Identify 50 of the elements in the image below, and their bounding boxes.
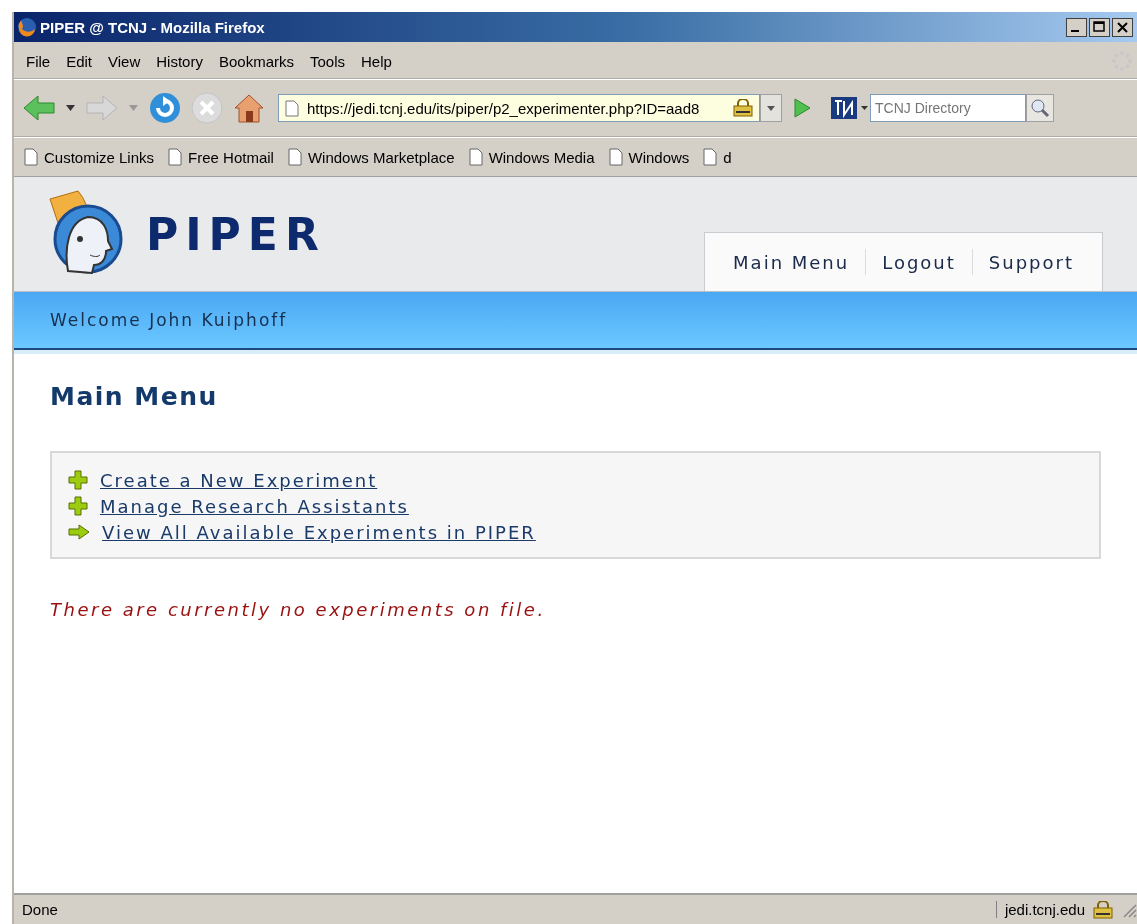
maximize-button[interactable] xyxy=(1089,17,1110,37)
page-icon xyxy=(608,148,623,166)
resize-grip-icon xyxy=(1121,901,1137,918)
logo-text: PIPER xyxy=(146,208,326,260)
search-engine-icon[interactable] xyxy=(830,95,870,121)
host-text: jedi.tcnj.edu xyxy=(1004,901,1085,918)
plus-icon xyxy=(68,496,88,516)
page-icon xyxy=(703,148,718,166)
bookmark-link[interactable]: Windows Marketplace xyxy=(287,148,455,166)
nav-link[interactable]: Logout xyxy=(866,251,972,273)
close-button[interactable] xyxy=(1112,17,1133,37)
bookmark-link[interactable]: d xyxy=(703,148,732,166)
menu-link[interactable]: Manage Research Assistants xyxy=(100,495,409,517)
bookmark-link[interactable]: Windows xyxy=(608,148,690,166)
search-icon[interactable] xyxy=(1026,94,1054,122)
menu-item[interactable]: Help xyxy=(353,50,400,72)
menu-item[interactable]: History xyxy=(148,50,211,72)
dropdown-button[interactable] xyxy=(760,94,782,122)
lock-icon xyxy=(1093,900,1113,919)
plus-icon xyxy=(68,470,88,490)
menu-item[interactable]: View xyxy=(100,50,149,72)
menu-item[interactable]: Edit xyxy=(58,50,101,72)
nav-link[interactable]: Main Menu xyxy=(717,251,866,273)
page-icon xyxy=(285,99,299,117)
page-icon xyxy=(168,148,183,166)
browser-logo-icon xyxy=(16,16,38,38)
menu-item[interactable]: Bookmarks xyxy=(210,50,302,72)
address-field[interactable]: https://jedi.tcnj.edu/its/piper/p2_experimenter.php?ID=aad8 xyxy=(278,94,760,122)
page-icon xyxy=(24,148,38,166)
status-text: Done xyxy=(22,901,59,918)
menu-link[interactable]: View All Available Experiments in PIPER xyxy=(102,521,536,543)
menu-item[interactable]: Tools xyxy=(302,50,353,72)
page-heading: Main Menu xyxy=(50,382,219,411)
reload-icon[interactable] xyxy=(148,91,182,125)
minimize-button[interactable] xyxy=(1066,17,1087,37)
menu-item[interactable]: File xyxy=(18,50,59,72)
window-title: PIPER @ TCNJ - Mozilla Firefox xyxy=(40,18,265,36)
arrow-icon xyxy=(68,524,90,540)
menu-link[interactable]: Create a New Experiment xyxy=(100,469,378,491)
search-field[interactable]: TCNJ Directory xyxy=(870,94,1026,122)
bookmark-link[interactable]: Free Hotmail xyxy=(168,148,274,166)
lock-icon xyxy=(733,99,753,117)
bookmark-link[interactable]: Windows Media xyxy=(468,148,595,166)
empty-message: There are currently no experiments on file. xyxy=(50,599,547,620)
page-icon xyxy=(287,148,302,166)
nav-link[interactable]: Support xyxy=(972,251,1090,273)
dropdown-caret-icon[interactable] xyxy=(66,105,75,111)
bookmark-link[interactable]: Customize Links xyxy=(24,148,155,166)
welcome-text: Welcome John Kuiphoff xyxy=(50,310,288,330)
page-icon xyxy=(468,148,483,166)
